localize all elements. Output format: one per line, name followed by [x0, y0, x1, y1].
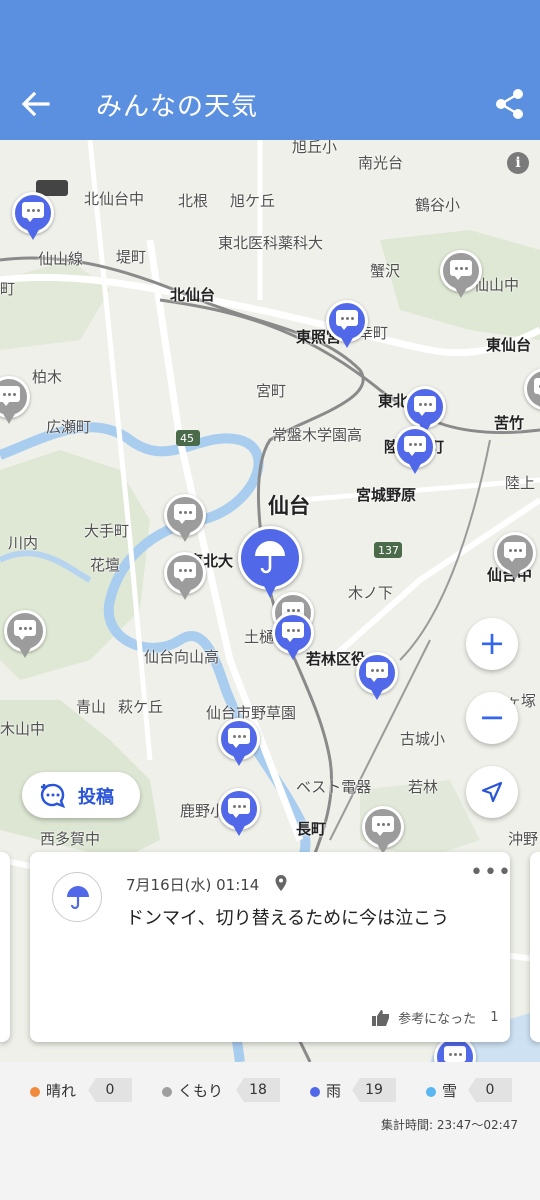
map-label: 花壇 — [90, 556, 121, 574]
stat-count: 0 — [88, 1078, 132, 1102]
sunny-dot-icon — [30, 1086, 40, 1097]
map-label: 東仙台 — [486, 336, 532, 354]
cloudy-post-pin[interactable] — [0, 376, 30, 428]
cloudy-post-pin[interactable] — [362, 806, 404, 858]
map-label: 常盤木学園高 — [272, 426, 363, 444]
back-arrow-icon[interactable] — [18, 88, 54, 120]
snow-dot-icon — [426, 1086, 436, 1097]
map-label: 青山 — [76, 698, 107, 716]
zoom-out-button[interactable]: − — [466, 692, 518, 744]
post-button[interactable]: 投稿 — [22, 772, 140, 818]
post-card[interactable]: 7月16日(水) 01:14 ••• ドンマイ、切り替えるために今は泣こう 参考… — [30, 852, 512, 1042]
post-button-label: 投稿 — [78, 787, 114, 808]
map-label: 若林 — [408, 778, 439, 796]
map-label: ベスト電器 — [296, 778, 372, 796]
map-label: 西多賀中 — [40, 830, 101, 848]
map-label: 仙台向山高 — [144, 648, 220, 666]
map-label: 北根 — [178, 192, 209, 210]
stat-cloudy: くもり 18 — [162, 1078, 280, 1102]
cloudy-post-pin[interactable] — [164, 494, 206, 546]
post-date: 7月16日(水) 01:14 — [126, 876, 260, 894]
map-label: 古城小 — [400, 730, 446, 748]
stat-snow: 雪 0 — [426, 1078, 512, 1102]
umbrella-icon — [255, 541, 285, 574]
aggregation-period: 集計時間: 23:47〜02:47 — [380, 1118, 518, 1132]
rain-post-pin[interactable] — [272, 612, 314, 664]
share-icon[interactable] — [492, 86, 528, 122]
map-label: 蟹沢 — [370, 262, 401, 280]
map-info-icon[interactable]: i — [507, 152, 529, 174]
page-title: みんなの天気 — [96, 92, 259, 122]
helpful-label: 参考になった — [398, 1012, 477, 1027]
map-label: 木ノ下 — [348, 584, 394, 602]
navigation-arrow-icon — [481, 781, 503, 803]
prev-post-card[interactable] — [0, 852, 10, 1042]
helpful-count: 1 — [490, 1010, 499, 1025]
helpful-button[interactable]: 参考になった 1 — [372, 1008, 499, 1027]
map-label: 苦竹 — [494, 414, 525, 432]
post-text: ドンマイ、切り替えるために今は泣こう — [126, 908, 450, 929]
map-label: 北仙台中 — [84, 190, 145, 208]
selected-rain-pin[interactable] — [238, 526, 302, 602]
map-label: 旭丘小 — [292, 140, 338, 156]
next-post-card[interactable] — [530, 852, 540, 1042]
map-label: 大手町 — [84, 522, 130, 540]
rain-post-pin[interactable] — [218, 788, 260, 840]
map-label: 宮町 — [256, 382, 287, 400]
cloudy-post-pin[interactable] — [440, 250, 482, 302]
map-label: 宮城野原 — [356, 486, 417, 504]
map-label: 木山中 — [0, 720, 46, 738]
map-label: 旭ケ丘 — [230, 192, 276, 210]
rain-post-pin[interactable] — [326, 300, 368, 352]
map-label: 長町 — [296, 820, 327, 838]
map-label: 広瀬町 — [46, 418, 92, 436]
location-pin-icon[interactable] — [274, 874, 288, 892]
map-label: 仙山線 — [38, 250, 84, 268]
map-label: 川内 — [8, 534, 39, 552]
more-options-icon[interactable]: ••• — [470, 862, 512, 884]
route-number: 137 — [378, 544, 399, 557]
map-label: 町 — [0, 280, 16, 298]
weather-avatar — [52, 872, 102, 922]
my-location-button[interactable] — [466, 766, 518, 818]
cloudy-post-pin[interactable] — [524, 368, 540, 420]
rain-post-pin[interactable] — [218, 718, 260, 770]
cloudy-post-pin[interactable] — [4, 610, 46, 662]
map-label: 沖野 — [508, 830, 539, 848]
map-label: 陸上 — [505, 474, 536, 492]
zoom-in-button[interactable]: + — [466, 618, 518, 670]
stat-count: 18 — [236, 1078, 280, 1102]
map-label: 萩ケ丘 — [118, 698, 164, 716]
cloudy-post-pin[interactable] — [494, 532, 536, 584]
map-label: 南光台 — [358, 154, 404, 172]
stat-count: 19 — [352, 1078, 396, 1102]
map-label: 堤町 — [116, 248, 147, 266]
weather-stats: 晴れ 0 くもり 18 雨 19 雪 0 集計時間: 23:47〜02:47 — [0, 1062, 540, 1200]
map-label: 柏木 — [32, 368, 63, 386]
stat-count: 0 — [468, 1078, 512, 1102]
new-post-icon — [40, 783, 66, 809]
thumbs-up-icon — [372, 1009, 389, 1026]
map-label: 鶴谷小 — [415, 196, 461, 214]
umbrella-icon — [67, 886, 89, 910]
rain-post-pin[interactable] — [394, 426, 436, 478]
cloudy-post-pin[interactable] — [164, 552, 206, 604]
map-label: 北仙台 — [170, 286, 216, 304]
stat-rain: 雨 19 — [310, 1078, 396, 1102]
rain-dot-icon — [310, 1086, 320, 1097]
map-label: 仙台 — [268, 494, 310, 518]
map-label: 東北医科薬科大 — [218, 234, 324, 252]
app-bar: みんなの天気 — [0, 0, 540, 140]
map-label: 土樋 — [244, 628, 275, 646]
stat-sunny: 晴れ 0 — [30, 1078, 132, 1102]
rain-post-pin[interactable] — [356, 652, 398, 704]
route-number: 45 — [180, 432, 194, 445]
cloudy-dot-icon — [162, 1086, 172, 1097]
rain-post-pin[interactable] — [12, 192, 54, 244]
